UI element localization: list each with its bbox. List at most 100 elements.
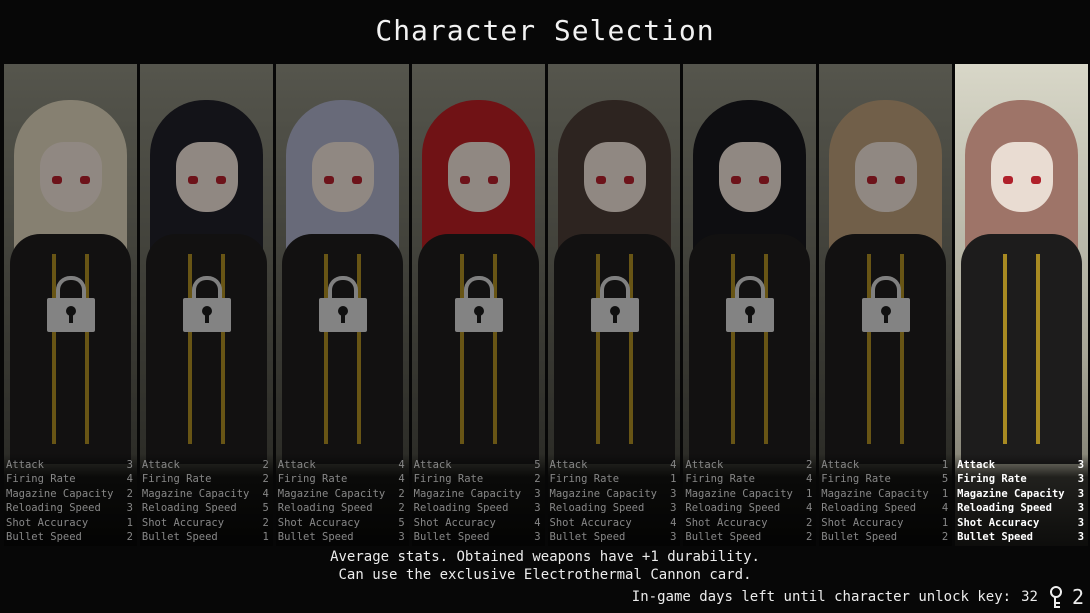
- character-card-6[interactable]: Attack 2 Firing Rate 4 Magazine Capacity 1 Rel…: [683, 64, 817, 546]
- stat-row: Bullet Speed 1: [140, 530, 273, 544]
- stat-row: Bullet Speed 3: [412, 530, 545, 544]
- stat-label: Shot Accuracy: [685, 516, 768, 529]
- stat-value: 2: [398, 502, 405, 515]
- stat-value: 1: [941, 487, 949, 500]
- stat-value: 3: [126, 502, 133, 515]
- stat-label: Firing Rate: [821, 473, 891, 486]
- stat-value: 4: [670, 516, 677, 529]
- stat-value: 3: [1077, 473, 1085, 486]
- stat-label: Shot Accuracy: [957, 516, 1040, 529]
- character-stats: Attack 2 Firing Rate 4 Magazine Capacity 1 Rel…: [683, 454, 817, 546]
- stat-value: 2: [262, 516, 269, 529]
- stat-value: 2: [262, 473, 269, 486]
- stat-label: Bullet Speed: [549, 531, 626, 544]
- stat-label: Shot Accuracy: [277, 516, 360, 529]
- character-outfit: [281, 234, 403, 464]
- stat-value: 2: [534, 473, 541, 486]
- stat-row: Reloading Speed 3: [548, 501, 681, 515]
- lock-icon: [182, 276, 231, 332]
- stat-value: 2: [806, 459, 813, 471]
- stat-label: Bullet Speed: [277, 531, 354, 544]
- stat-row: Magazine Capacity 4: [140, 487, 273, 501]
- stat-row: Bullet Speed 2: [4, 530, 137, 544]
- character-card-4[interactable]: Attack 5 Firing Rate 2 Magazine Capacity 3 Rel…: [411, 64, 545, 546]
- stat-label: Magazine Capacity: [277, 487, 386, 500]
- character-face: [175, 142, 238, 212]
- stat-row: Bullet Speed 3: [955, 530, 1088, 544]
- character-stats: Attack 5 Firing Rate 2 Magazine Capacity 3 Rel…: [411, 454, 545, 546]
- stat-row: Magazine Capacity 2: [4, 487, 137, 501]
- lock-icon: [590, 276, 639, 332]
- stat-row: Firing Rate 3: [955, 472, 1088, 486]
- stat-value: 5: [941, 473, 949, 486]
- stat-label: Firing Rate: [685, 473, 755, 486]
- key-icon: [1048, 586, 1062, 608]
- stat-value: 5: [398, 516, 405, 529]
- stat-value: 3: [670, 531, 677, 544]
- stat-row: Attack 1: [819, 458, 952, 472]
- stat-label: Firing Rate: [277, 473, 348, 486]
- stat-value: 3: [1077, 531, 1085, 544]
- stat-label: Reloading Speed: [277, 502, 373, 515]
- lock-icon: [862, 276, 911, 332]
- character-card-8[interactable]: Attack 3 Firing Rate 3 Magazine Capacity 3 Rel…: [955, 64, 1088, 546]
- stat-row: Firing Rate 4: [276, 472, 409, 486]
- stat-label: Shot Accuracy: [821, 516, 904, 529]
- stat-value: 4: [806, 502, 813, 515]
- stat-label: Magazine Capacity: [685, 487, 793, 500]
- stat-label: Attack: [685, 459, 724, 471]
- stat-label: Shot Accuracy: [141, 516, 225, 529]
- character-description-line-2: Can use the exclusive Electrothermal Can…: [338, 567, 752, 583]
- stat-label: Firing Rate: [549, 473, 620, 486]
- character-stats: Attack 1 Firing Rate 5 Magazine Capacity 1 Rel…: [819, 454, 953, 546]
- stat-label: Reloading Speed: [685, 502, 781, 515]
- unlock-key-status: In-game days left until character unlock…: [631, 585, 1084, 609]
- stat-label: Magazine Capacity: [413, 487, 522, 500]
- stat-value: 5: [534, 459, 541, 471]
- character-outfit: [145, 234, 267, 464]
- stat-value: 3: [534, 502, 541, 515]
- stat-value: 1: [941, 516, 949, 529]
- stat-label: Bullet Speed: [413, 531, 490, 544]
- stat-row: Firing Rate 1: [548, 472, 681, 486]
- stat-label: Attack: [6, 459, 44, 471]
- stat-row: Reloading Speed 3: [955, 501, 1088, 515]
- stat-label: Firing Rate: [413, 473, 484, 486]
- stat-value: 1: [262, 531, 269, 544]
- stat-value: 4: [806, 473, 813, 486]
- stat-value: 3: [1077, 516, 1085, 529]
- stat-row: Attack 3: [4, 458, 137, 472]
- character-card-1[interactable]: Attack 3 Firing Rate 4 Magazine Capacity 2 Rel…: [4, 64, 137, 546]
- character-card-5[interactable]: Attack 4 Firing Rate 1 Magazine Capacity 3 Rel…: [547, 64, 681, 546]
- stat-value: 3: [670, 502, 677, 515]
- unlock-days-label: In-game days left until character unlock…: [631, 589, 1012, 605]
- character-outfit: [417, 234, 539, 464]
- stat-value: 1: [806, 487, 813, 500]
- character-card-2[interactable]: Attack 2 Firing Rate 2 Magazine Capacity 4 Rel…: [139, 64, 273, 546]
- stat-value: 5: [262, 502, 269, 515]
- character-card-3[interactable]: Attack 4 Firing Rate 4 Magazine Capacity 2 Rel…: [275, 64, 409, 546]
- stat-row: Shot Accuracy 2: [140, 516, 273, 530]
- character-outfit: [553, 234, 675, 464]
- stat-row: Magazine Capacity 2: [276, 487, 409, 501]
- lock-icon: [318, 276, 367, 332]
- stat-label: Magazine Capacity: [821, 487, 929, 500]
- stat-row: Reloading Speed 5: [140, 501, 273, 515]
- stat-label: Attack: [957, 459, 996, 471]
- stat-row: Bullet Speed 2: [819, 530, 952, 544]
- stat-row: Reloading Speed 3: [4, 501, 137, 515]
- character-card-7[interactable]: Attack 1 Firing Rate 5 Magazine Capacity 1 Rel…: [819, 64, 953, 546]
- stat-row: Shot Accuracy 3: [955, 516, 1088, 530]
- stat-row: Attack 2: [140, 458, 273, 472]
- stat-label: Magazine Capacity: [141, 487, 250, 500]
- stat-value: 2: [126, 531, 133, 544]
- stat-row: Reloading Speed 4: [819, 501, 952, 515]
- stat-label: Reloading Speed: [141, 502, 237, 515]
- stat-label: Attack: [821, 459, 860, 471]
- stat-label: Bullet Speed: [6, 531, 82, 544]
- character-description-line-1: Average stats. Obtained weapons have +1 …: [330, 549, 760, 565]
- stat-row: Firing Rate 2: [140, 472, 273, 486]
- stat-value: 4: [398, 459, 405, 471]
- stat-row: Firing Rate 4: [683, 472, 816, 486]
- stat-row: Bullet Speed 3: [276, 530, 409, 544]
